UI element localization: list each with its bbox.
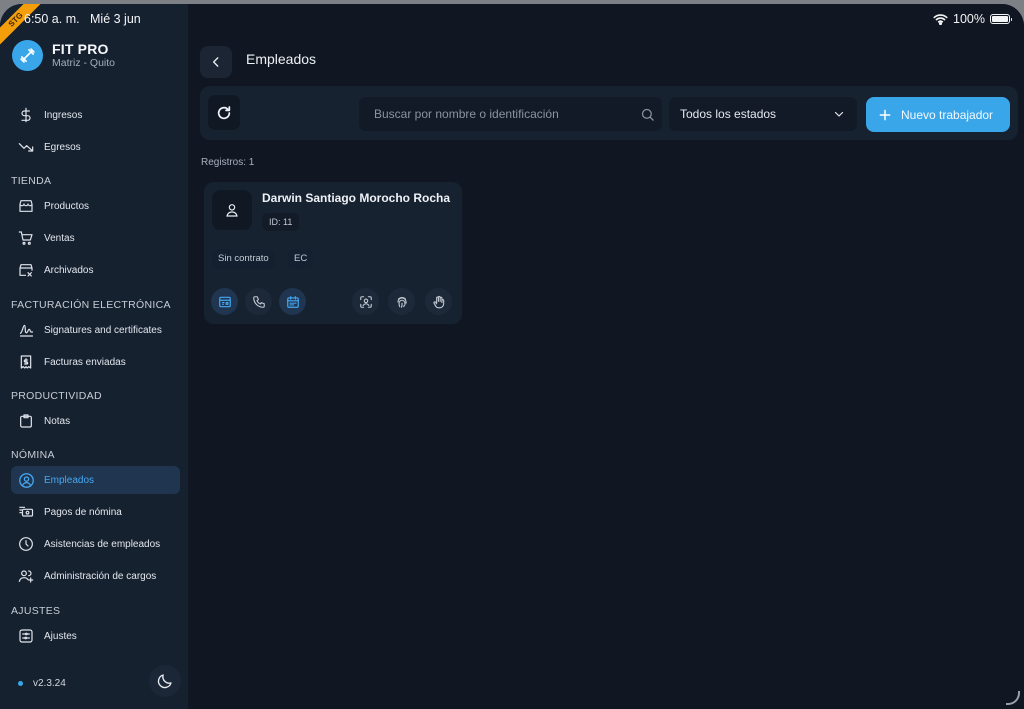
main-content: 100% Empleados Todos los estados Nuevo t… xyxy=(188,4,1024,709)
search-icon[interactable] xyxy=(632,107,662,122)
id-card-icon xyxy=(218,296,231,307)
avatar xyxy=(212,190,252,230)
version-label: v2.3.24 xyxy=(33,678,66,689)
section-productividad: PRODUCTIVIDAD xyxy=(11,390,102,402)
search-input[interactable] xyxy=(374,107,632,121)
sidebar-item-label: Empleados xyxy=(44,474,95,486)
sidebar-item-empleados[interactable]: Empleados xyxy=(11,466,180,494)
brand-subtitle: Matriz - Quito xyxy=(52,56,116,69)
clock-icon xyxy=(17,535,35,553)
sidebar-item-label: Facturas enviadas xyxy=(44,356,126,368)
page-title: Empleados xyxy=(246,51,317,67)
country-badge: EC xyxy=(288,249,314,269)
brand-name: FIT PRO xyxy=(52,40,109,57)
sidebar-item-cargos[interactable]: Administración de cargos xyxy=(11,562,180,590)
status-dot xyxy=(18,681,23,686)
records-count: Registros: 1 xyxy=(201,157,255,168)
new-worker-label: Nuevo trabajador xyxy=(901,107,994,122)
hand-button[interactable] xyxy=(425,288,452,315)
user-icon xyxy=(226,204,238,217)
new-worker-button[interactable]: Nuevo trabajador xyxy=(866,97,1010,132)
sidebar-item-label: Administración de cargos xyxy=(44,570,157,582)
face-scan-icon xyxy=(359,295,372,308)
id-card-button[interactable] xyxy=(211,288,238,315)
contract-badge: Sin contrato xyxy=(212,249,275,269)
archive-store-icon xyxy=(17,261,35,279)
hand-icon xyxy=(432,295,444,308)
cart-icon xyxy=(17,229,35,247)
moon-icon xyxy=(157,674,172,689)
sidebar-item-label: Ingresos xyxy=(44,109,83,121)
sidebar-item-archivados[interactable]: Archivados xyxy=(11,256,180,284)
employee-id-badge: ID: 11 xyxy=(262,213,300,231)
dollar-icon xyxy=(17,106,35,124)
sidebar-item-pagos[interactable]: Pagos de nómina xyxy=(11,498,180,526)
battery-level xyxy=(992,16,1008,22)
fingerprint-button[interactable] xyxy=(388,288,415,315)
sidebar-item-ajustes[interactable]: Ajustes xyxy=(11,622,180,650)
brand[interactable]: FIT PRO Matriz - Quito xyxy=(12,40,115,71)
call-button[interactable] xyxy=(245,288,272,315)
wifi-icon xyxy=(933,14,948,25)
employee-card[interactable]: Darwin Santiago Morocho Rocha ID: 11 Sin… xyxy=(204,182,462,324)
sidebar-item-label: Signatures and certificates xyxy=(44,324,162,336)
resize-corner xyxy=(1006,691,1020,705)
phone-icon xyxy=(252,295,265,308)
battery-percent: 100% xyxy=(953,12,985,26)
sidebar-item-label: Ajustes xyxy=(44,630,77,642)
trend-down-icon xyxy=(17,138,35,156)
sidebar-item-notas[interactable]: Notas xyxy=(11,407,180,435)
sidebar-item-productos[interactable]: Productos xyxy=(11,192,180,220)
sidebar-item-ventas[interactable]: Ventas xyxy=(11,224,180,252)
dumbbell-icon xyxy=(12,40,43,71)
back-button[interactable] xyxy=(200,46,232,78)
user-circle-icon xyxy=(17,471,35,489)
search-box xyxy=(359,97,662,131)
section-nomina: NÓMINA xyxy=(11,449,55,461)
signature-icon xyxy=(17,321,35,339)
status-time: 6:50 a. m. Mié 3 jun xyxy=(24,12,141,26)
sidebar-item-asistencias[interactable]: Asistencias de empleados xyxy=(11,530,180,558)
toolbar: Todos los estados Nuevo trabajador xyxy=(200,86,1018,140)
sidebar-item-label: Notas xyxy=(44,415,71,427)
section-ajustes: AJUSTES xyxy=(11,605,61,617)
sidebar-item-label: Ventas xyxy=(44,232,75,244)
settings-icon xyxy=(17,627,35,645)
section-tienda: TIENDA xyxy=(11,175,52,187)
theme-toggle-button[interactable] xyxy=(149,665,181,697)
chevron-left-icon xyxy=(212,57,219,67)
calendar-icon xyxy=(286,295,299,308)
invoice-icon xyxy=(17,353,35,371)
status-filter-select[interactable]: Todos los estados xyxy=(669,97,857,131)
employee-name: Darwin Santiago Morocho Rocha xyxy=(262,191,451,205)
face-id-button[interactable] xyxy=(352,288,379,315)
section-facturacion: FACTURACIÓN ELECTRÓNICA xyxy=(11,299,171,311)
sidebar-item-egresos[interactable]: Egresos xyxy=(11,133,180,161)
schedule-button[interactable] xyxy=(279,288,306,315)
status-filter-value: Todos los estados xyxy=(680,107,777,121)
sidebar-item-label: Pagos de nómina xyxy=(44,506,122,518)
sidebar: STG 6:50 a. m. Mié 3 jun FIT PRO Matriz … xyxy=(0,4,188,709)
sidebar-item-label: Productos xyxy=(44,200,90,212)
app-window: STG 6:50 a. m. Mié 3 jun FIT PRO Matriz … xyxy=(0,4,1024,709)
refresh-button[interactable] xyxy=(208,95,240,130)
sidebar-item-label: Archivados xyxy=(44,264,94,276)
fingerprint-icon xyxy=(396,296,407,308)
chevron-down-icon xyxy=(834,111,844,117)
sidebar-item-ingresos[interactable]: Ingresos xyxy=(11,101,180,129)
sidebar-item-label: Egresos xyxy=(44,141,81,153)
refresh-icon xyxy=(217,105,231,119)
plus-icon xyxy=(879,109,891,120)
version-info: v2.3.24 xyxy=(18,678,66,689)
sidebar-item-label: Asistencias de empleados xyxy=(44,538,161,550)
store-icon xyxy=(17,197,35,215)
users-plus-icon xyxy=(17,567,35,585)
sidebar-item-signatures[interactable]: Signatures and certificates xyxy=(11,316,180,344)
clipboard-icon xyxy=(17,412,35,430)
battery-icon xyxy=(990,14,1012,24)
cash-icon xyxy=(17,503,35,521)
status-indicators: 100% xyxy=(933,12,1012,26)
sidebar-item-facturas[interactable]: Facturas enviadas xyxy=(11,348,180,376)
